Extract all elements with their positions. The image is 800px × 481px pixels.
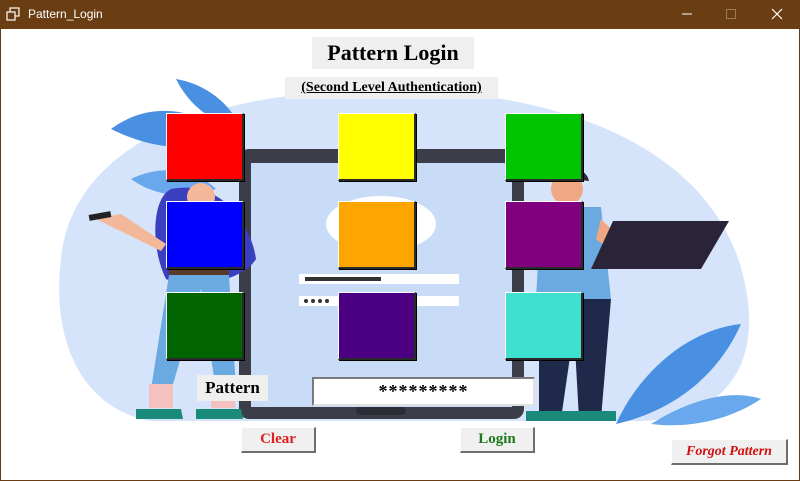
minimize-icon bbox=[682, 13, 692, 15]
window-title: Pattern_Login bbox=[28, 7, 103, 21]
maximize-icon bbox=[726, 9, 736, 19]
pattern-input[interactable] bbox=[312, 377, 535, 406]
maximize-button[interactable] bbox=[708, 0, 754, 29]
clear-button[interactable]: Clear bbox=[241, 427, 316, 453]
pattern-cell-orange[interactable] bbox=[338, 201, 416, 269]
pattern-cell-yellow[interactable] bbox=[338, 113, 416, 181]
forgot-pattern-button[interactable]: Forgot Pattern bbox=[671, 439, 788, 465]
title-bar: Pattern_Login bbox=[0, 0, 800, 29]
app-window-icon bbox=[6, 7, 20, 21]
pattern-cell-green[interactable] bbox=[505, 113, 583, 181]
login-button[interactable]: Login bbox=[460, 427, 535, 453]
close-icon bbox=[771, 8, 783, 20]
pattern-label: Pattern bbox=[197, 375, 268, 401]
pattern-cell-indigo[interactable] bbox=[338, 292, 416, 360]
pattern-cell-red[interactable] bbox=[166, 113, 244, 181]
pattern-cell-blue[interactable] bbox=[166, 201, 244, 269]
close-button[interactable] bbox=[754, 0, 800, 29]
pattern-cell-turquoise[interactable] bbox=[505, 292, 583, 360]
page-title: Pattern Login bbox=[312, 37, 474, 69]
pattern-cell-purple[interactable] bbox=[505, 201, 583, 269]
pattern-cell-dark-green[interactable] bbox=[166, 292, 244, 360]
login-window-body: Pattern Login (Second Level Authenticati… bbox=[0, 29, 800, 481]
minimize-button[interactable] bbox=[664, 0, 710, 29]
page-subtitle: (Second Level Authentication) bbox=[285, 77, 498, 99]
